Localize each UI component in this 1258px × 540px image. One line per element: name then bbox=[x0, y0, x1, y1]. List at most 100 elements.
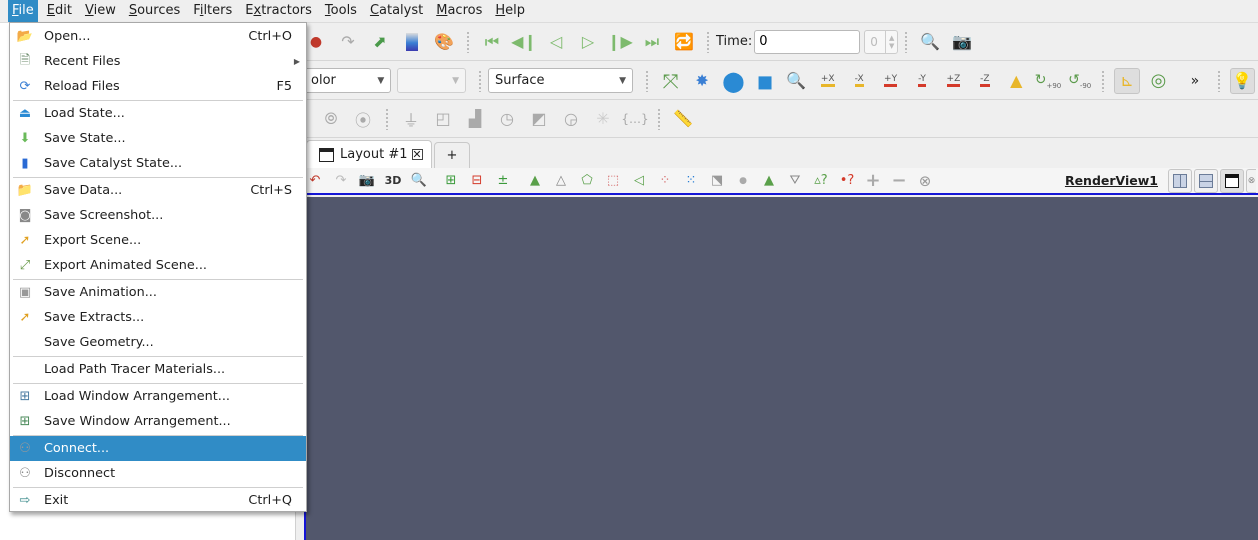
color-palette-button[interactable]: 🎨 bbox=[431, 29, 457, 55]
tooltip-points-button[interactable]: •? bbox=[836, 170, 858, 192]
add-layout-tab[interactable]: + bbox=[433, 142, 471, 168]
menu-item-export-animated-scene[interactable]: ⤢ Export Animated Scene... bbox=[10, 253, 306, 278]
tooltip-cells-button[interactable]: ▵? bbox=[810, 170, 832, 192]
light-kit-toggle[interactable]: 💡 bbox=[1229, 67, 1255, 94]
python-calculator-button[interactable]: {…} bbox=[621, 106, 648, 132]
spin-arrows[interactable]: ▲ ▼ bbox=[885, 30, 897, 53]
tab-layout-1[interactable]: Layout #1 ✕ bbox=[306, 140, 432, 168]
menu-item-open[interactable]: 📂 Open... Ctrl+O bbox=[10, 24, 306, 49]
menu-item-load-window-arrangement[interactable]: ⊞ Load Window Arrangement... bbox=[10, 384, 306, 409]
grow-selection-button[interactable]: + bbox=[862, 170, 884, 192]
clear-selection-button[interactable]: ⊗ bbox=[914, 170, 936, 192]
interactive-select-button[interactable]: ⬔ bbox=[706, 170, 728, 192]
toolbar-grip[interactable] bbox=[478, 69, 482, 92]
menu-edit[interactable]: Edit bbox=[43, 0, 76, 22]
menu-help[interactable]: Help bbox=[491, 0, 529, 22]
toolbar-grip[interactable] bbox=[657, 107, 661, 130]
view-minus-y-button[interactable]: -Y bbox=[909, 68, 934, 94]
reverse-play-button[interactable]: ◁ bbox=[543, 29, 569, 55]
select-cells-button[interactable]: ⊞ bbox=[440, 170, 462, 192]
next-frame-button[interactable]: ❙▶ bbox=[607, 29, 633, 55]
time-index-spinbox[interactable]: 0 ▲ ▼ bbox=[864, 29, 899, 54]
menu-item-recent-files[interactable]: 🗎 Recent Files ▶ bbox=[10, 49, 306, 74]
select-polygon-points-button[interactable]: ⁘ bbox=[654, 170, 676, 192]
menu-item-save-extracts[interactable]: ➚ Save Extracts... bbox=[10, 305, 306, 330]
zoom-to-box-button[interactable]: 🔍 bbox=[784, 68, 809, 94]
view-minus-x-button[interactable]: -X bbox=[846, 68, 871, 94]
menu-tools[interactable]: Tools bbox=[321, 0, 361, 22]
menu-item-load-state[interactable]: ⏏ Load State... bbox=[10, 101, 306, 126]
redo-camera-button[interactable]: ↷ bbox=[330, 170, 352, 192]
menu-macros[interactable]: Macros bbox=[432, 0, 486, 22]
source-button-1[interactable]: ⦾ bbox=[318, 106, 344, 132]
menu-item-export-scene[interactable]: ➚ Export Scene... bbox=[10, 228, 306, 253]
last-frame-button[interactable]: ⏭ bbox=[639, 29, 665, 55]
shrink-selection-button[interactable]: − bbox=[888, 170, 910, 192]
orientation-axes-toggle[interactable]: ⊾ bbox=[1114, 67, 1140, 94]
maximize-view-button[interactable] bbox=[1220, 168, 1244, 193]
rescale-button[interactable] bbox=[399, 29, 425, 55]
representation-combo[interactable]: Surface ▼ bbox=[487, 68, 633, 93]
menu-file[interactable]: File bbox=[8, 0, 38, 22]
component-combo[interactable]: ▼ bbox=[397, 68, 467, 93]
toolbar-grip[interactable] bbox=[385, 107, 389, 130]
view-plus-z-button[interactable]: +Z bbox=[941, 68, 966, 94]
menu-filters[interactable]: Filters bbox=[189, 0, 236, 22]
select-points-on-button[interactable]: △ bbox=[550, 170, 572, 192]
zoom-closest-button[interactable]: ◼ bbox=[752, 68, 777, 94]
select-polygon-cells-button[interactable]: ◁ bbox=[628, 170, 650, 192]
plot-selection-over-time-button[interactable]: ◶ bbox=[558, 106, 584, 132]
view-minus-z-button[interactable]: -Z bbox=[972, 68, 997, 94]
redo-button[interactable]: ↷ bbox=[335, 29, 361, 55]
menu-item-reload-files[interactable]: ⟳ Reload Files F5 bbox=[10, 74, 306, 99]
time-input[interactable] bbox=[754, 29, 861, 54]
play-button[interactable]: ▷ bbox=[575, 29, 601, 55]
menu-view[interactable]: View bbox=[81, 0, 120, 22]
capture-screenshot-button[interactable]: 📷 bbox=[356, 170, 378, 192]
isometric-view-button[interactable]: ▲ bbox=[1004, 68, 1029, 94]
select-cells-on-button[interactable]: ▲ bbox=[524, 170, 546, 192]
zoom-to-data-button[interactable]: ⬤ bbox=[721, 68, 746, 94]
undo-camera-button[interactable]: ↶ bbox=[304, 170, 326, 192]
menu-sources[interactable]: Sources bbox=[125, 0, 184, 22]
menu-item-save-data[interactable]: 📁 Save Data... Ctrl+S bbox=[10, 178, 306, 203]
glyph-3d-button[interactable]: ✳ bbox=[590, 106, 616, 132]
rotate-plus-90-button[interactable]: ↻+90 bbox=[1035, 68, 1062, 94]
view-name-label[interactable]: RenderView1 bbox=[1065, 173, 1158, 188]
probe-button[interactable]: ⏚ bbox=[398, 106, 424, 132]
menu-item-save-catalyst-state[interactable]: ▮ Save Catalyst State... bbox=[10, 151, 306, 176]
select-toggle-button[interactable]: ± bbox=[492, 170, 514, 192]
plot-over-line-button[interactable]: ◩ bbox=[526, 106, 552, 132]
split-horizontal-button[interactable] bbox=[1168, 168, 1192, 193]
menu-item-disconnect[interactable]: ⚇ Disconnect bbox=[10, 461, 306, 486]
hover-points-button[interactable]: ● bbox=[732, 170, 754, 192]
menu-item-exit[interactable]: ⇨ Exit Ctrl+Q bbox=[10, 488, 306, 513]
menu-item-save-geometry[interactable]: Save Geometry... bbox=[10, 330, 306, 355]
close-view-button[interactable]: ⊗ bbox=[1246, 168, 1256, 193]
toolbar-grip[interactable] bbox=[904, 30, 909, 53]
ruler-button[interactable]: 📏 bbox=[670, 106, 696, 132]
hover-cells-outline-button[interactable]: ⛛ bbox=[784, 170, 806, 192]
select-cells-frustum-button[interactable]: ⬠ bbox=[576, 170, 598, 192]
menu-item-save-window-arrangement[interactable]: ⊞ Save Window Arrangement... bbox=[10, 409, 306, 434]
histogram-button[interactable]: ▟ bbox=[462, 106, 488, 132]
menu-extractors[interactable]: Extractors bbox=[241, 0, 316, 22]
more-tools-button[interactable]: » bbox=[1182, 68, 1207, 94]
toolbar-grip[interactable] bbox=[706, 30, 710, 53]
center-rotation-button[interactable]: ◎ bbox=[1146, 68, 1171, 94]
add-camera-button[interactable]: 📷 bbox=[949, 29, 975, 55]
rotate-minus-90-button[interactable]: ↺-90 bbox=[1067, 68, 1092, 94]
zoom-to-data-button[interactable]: 🔍 bbox=[917, 29, 943, 55]
menu-item-connect[interactable]: ⚇ Connect... bbox=[10, 436, 306, 461]
menu-item-save-animation[interactable]: ▣ Save Animation... bbox=[10, 280, 306, 305]
first-frame-button[interactable]: ⏮ bbox=[479, 29, 505, 55]
toolbar-grip[interactable] bbox=[1101, 69, 1106, 92]
loop-button[interactable]: 🔁 bbox=[671, 29, 697, 55]
menu-item-load-path-tracer-materials[interactable]: Load Path Tracer Materials... bbox=[10, 357, 306, 382]
menu-item-save-state[interactable]: ⬇ Save State... bbox=[10, 126, 306, 151]
select-blocks-button[interactable]: ⁙ bbox=[680, 170, 702, 192]
hover-cells-button[interactable]: ▲ bbox=[758, 170, 780, 192]
find-data-button[interactable]: ⬈ bbox=[367, 29, 393, 55]
split-vertical-button[interactable] bbox=[1194, 168, 1218, 193]
toolbar-grip[interactable] bbox=[1216, 69, 1221, 92]
